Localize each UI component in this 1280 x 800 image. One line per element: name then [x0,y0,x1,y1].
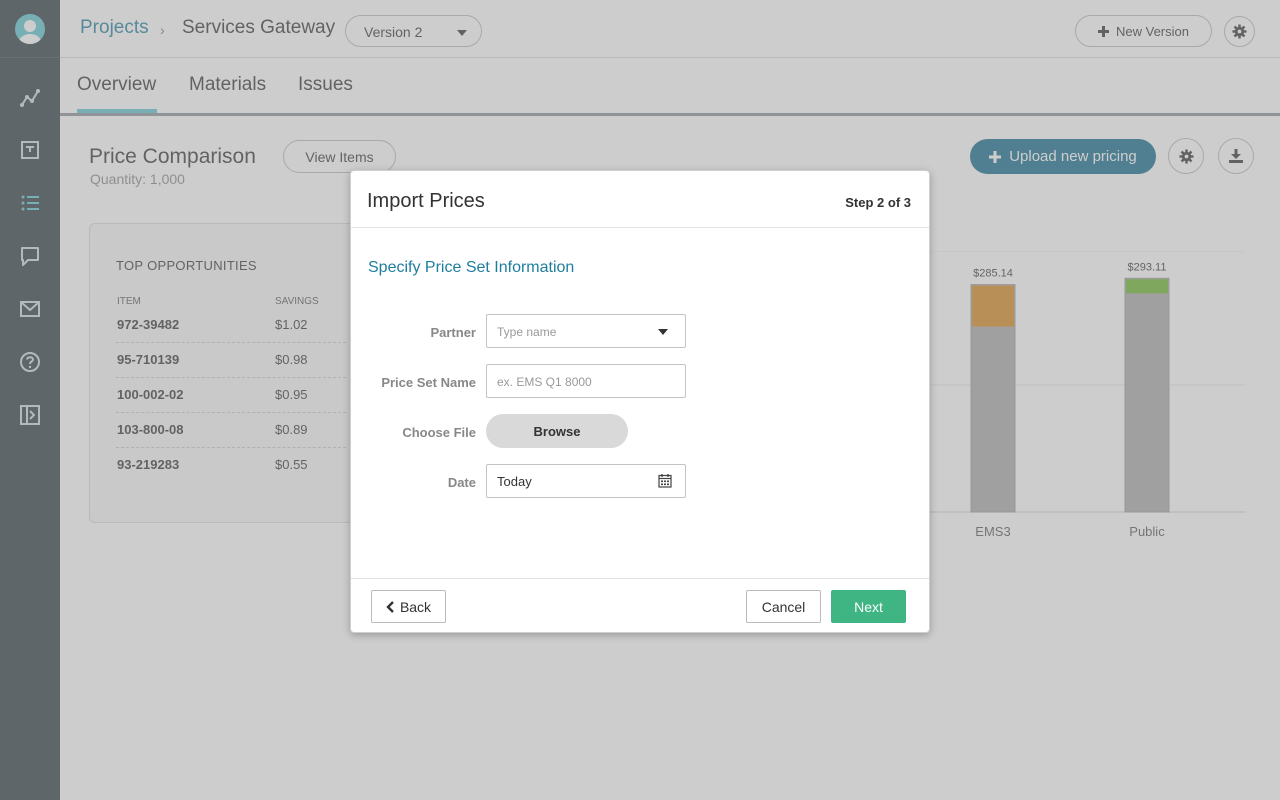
browse-button[interactable]: Browse [486,414,628,448]
price-set-name-label: Price Set Name [381,375,476,390]
choose-file-label: Choose File [402,425,476,440]
date-label: Date [447,475,476,490]
price-set-name-placeholder: ex. EMS Q1 8000 [497,375,592,389]
partner-select[interactable]: Type name [486,314,686,348]
calendar-icon[interactable] [658,473,672,488]
caret-down-icon [658,329,668,335]
back-button[interactable]: Back [371,590,446,623]
modal-title: Import Prices [367,190,485,212]
date-input[interactable]: Today [486,464,686,498]
next-button[interactable]: Next [831,590,906,623]
partner-label: Partner [430,325,476,340]
partner-placeholder: Type name [497,325,557,339]
step-indicator: Step 2 of 3 [845,195,911,210]
back-label: Back [399,598,432,615]
modal-footer: Back Cancel Next [351,578,929,633]
import-prices-modal: Import Prices Step 2 of 3 Specify Price … [350,170,930,633]
date-value: Today [497,474,532,489]
chevron-left-icon [386,600,394,613]
section-heading: Specify Price Set Information [368,259,575,276]
modal-header: Import Prices Step 2 of 3 [351,171,929,228]
cancel-button[interactable]: Cancel [746,590,821,623]
price-set-name-input[interactable]: ex. EMS Q1 8000 [486,364,686,398]
